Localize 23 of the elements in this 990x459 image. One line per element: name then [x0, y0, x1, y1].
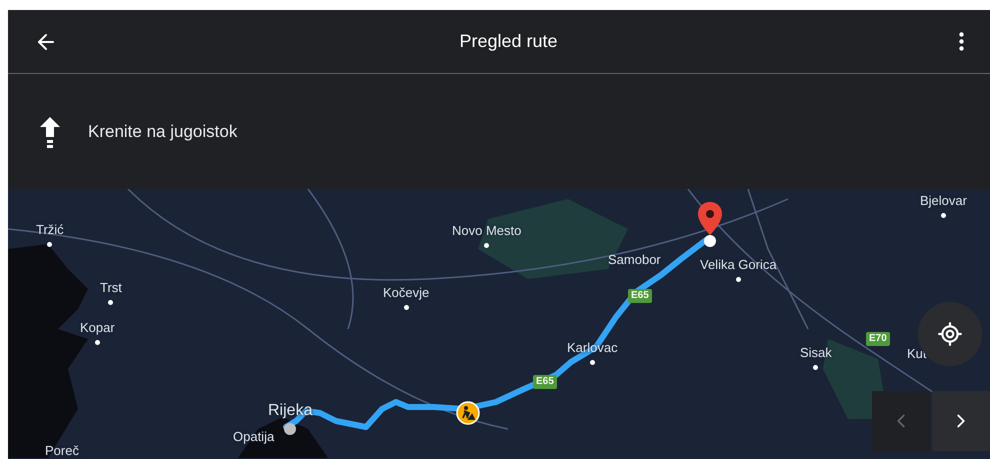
- place-label: Sisak: [800, 345, 832, 362]
- place-label: Poreč: [45, 443, 79, 459]
- place-label: Kočevje: [383, 285, 430, 302]
- destination-pin-icon: [697, 201, 723, 249]
- locate-icon: [937, 321, 963, 347]
- construction-icon: [456, 401, 480, 425]
- road-shield: E70: [866, 332, 890, 346]
- place-label: Samobor: [608, 252, 661, 268]
- more-icon: [959, 32, 964, 51]
- place-label: Kopar: [80, 320, 115, 336]
- screen-title: Pregled rute: [458, 30, 559, 53]
- straight-arrow-icon: [38, 114, 62, 148]
- road-shield: E65: [628, 289, 652, 303]
- menu-button[interactable]: [959, 32, 964, 51]
- road-shield: E65: [533, 375, 557, 389]
- place-label: Opatija: [233, 429, 274, 446]
- place-label: Tržić: [36, 222, 64, 238]
- place-label: Novo Mesto: [452, 223, 522, 240]
- place-label: Rijeka: [268, 401, 312, 421]
- place-label: Bjelovar: [920, 193, 967, 210]
- place-label: Velika Gorica: [700, 257, 777, 274]
- place-label: Trst: [100, 280, 122, 296]
- instruction-text: Krenite na jugoistok: [88, 120, 238, 143]
